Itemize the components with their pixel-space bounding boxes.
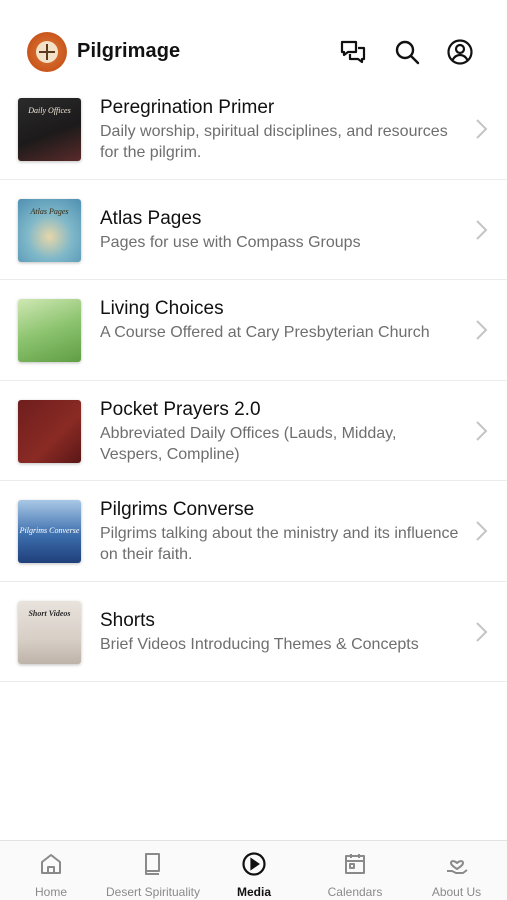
item-title: Living Choices <box>100 298 224 319</box>
item-subtitle: A Course Offered at Cary Presbyterian Ch… <box>100 324 430 341</box>
item-subtitle: Daily worship, spiritual disciplines, an… <box>100 123 448 161</box>
app-title: Pilgrimage <box>77 40 181 62</box>
chevron-right-icon <box>473 318 489 342</box>
bottom-tab-bar: Home Desert Spirituality Media Calendars <box>0 840 507 900</box>
tab-desert-spirituality[interactable]: Desert Spirituality <box>102 841 204 900</box>
thumbnail: Daily Offices <box>18 98 81 161</box>
chevron-right-icon <box>473 117 489 141</box>
search-icon[interactable] <box>393 38 421 66</box>
item-title: Atlas Pages <box>100 207 202 229</box>
list-item-pocket-prayers[interactable]: Pocket Prayers 2.0 Abbreviated Daily Off… <box>0 381 507 481</box>
play-icon <box>241 851 267 877</box>
thumbnail <box>18 399 81 463</box>
thumbnail <box>18 299 81 362</box>
home-icon <box>38 851 64 877</box>
list-item-shorts[interactable]: Short Videos Shorts Brief Videos Introdu… <box>0 582 507 682</box>
media-list: Daily Offices Peregrination Primer Daily… <box>0 79 507 682</box>
list-item-living-choices[interactable]: Living Choices A Course Offered at Cary … <box>0 280 507 381</box>
chevron-right-icon <box>473 419 489 443</box>
item-subtitle: Brief Videos Introducing Themes & Concep… <box>100 635 419 653</box>
list-item-atlas-pages[interactable]: Atlas Pages Atlas Pages Pages for use wi… <box>0 180 507 280</box>
list-item-pilgrims-converse[interactable]: Pilgrims Converse Pilgrims Converse Pilg… <box>0 481 507 582</box>
thumbnail: Short Videos <box>18 600 81 664</box>
item-subtitle: Abbreviated Daily Offices (Lauds, Midday… <box>100 424 397 463</box>
item-subtitle: Pilgrims talking about the ministry and … <box>100 525 459 563</box>
chat-icon[interactable] <box>339 38 367 66</box>
item-title: Peregrination Primer <box>100 97 275 118</box>
chevron-right-icon <box>473 519 489 543</box>
tab-about-us[interactable]: About Us <box>406 841 507 900</box>
item-title: Pocket Prayers 2.0 <box>100 398 261 420</box>
item-title: Pilgrims Converse <box>100 499 255 520</box>
item-subtitle: Pages for use with Compass Groups <box>100 233 361 251</box>
thumbnail: Pilgrims Converse <box>18 500 81 563</box>
tab-media[interactable]: Media <box>204 841 304 900</box>
app-logo <box>27 32 67 72</box>
chevron-right-icon <box>473 218 489 242</box>
list-item-peregrination-primer[interactable]: Daily Offices Peregrination Primer Daily… <box>0 79 507 180</box>
thumbnail: Atlas Pages <box>18 198 81 262</box>
chevron-right-icon <box>473 620 489 644</box>
heart-hand-icon <box>444 851 470 877</box>
account-icon[interactable] <box>446 38 474 66</box>
tab-home[interactable]: Home <box>0 841 102 900</box>
calendar-icon <box>342 851 368 877</box>
book-icon <box>140 851 166 877</box>
tab-calendars[interactable]: Calendars <box>304 841 406 900</box>
item-title: Shorts <box>100 609 155 631</box>
